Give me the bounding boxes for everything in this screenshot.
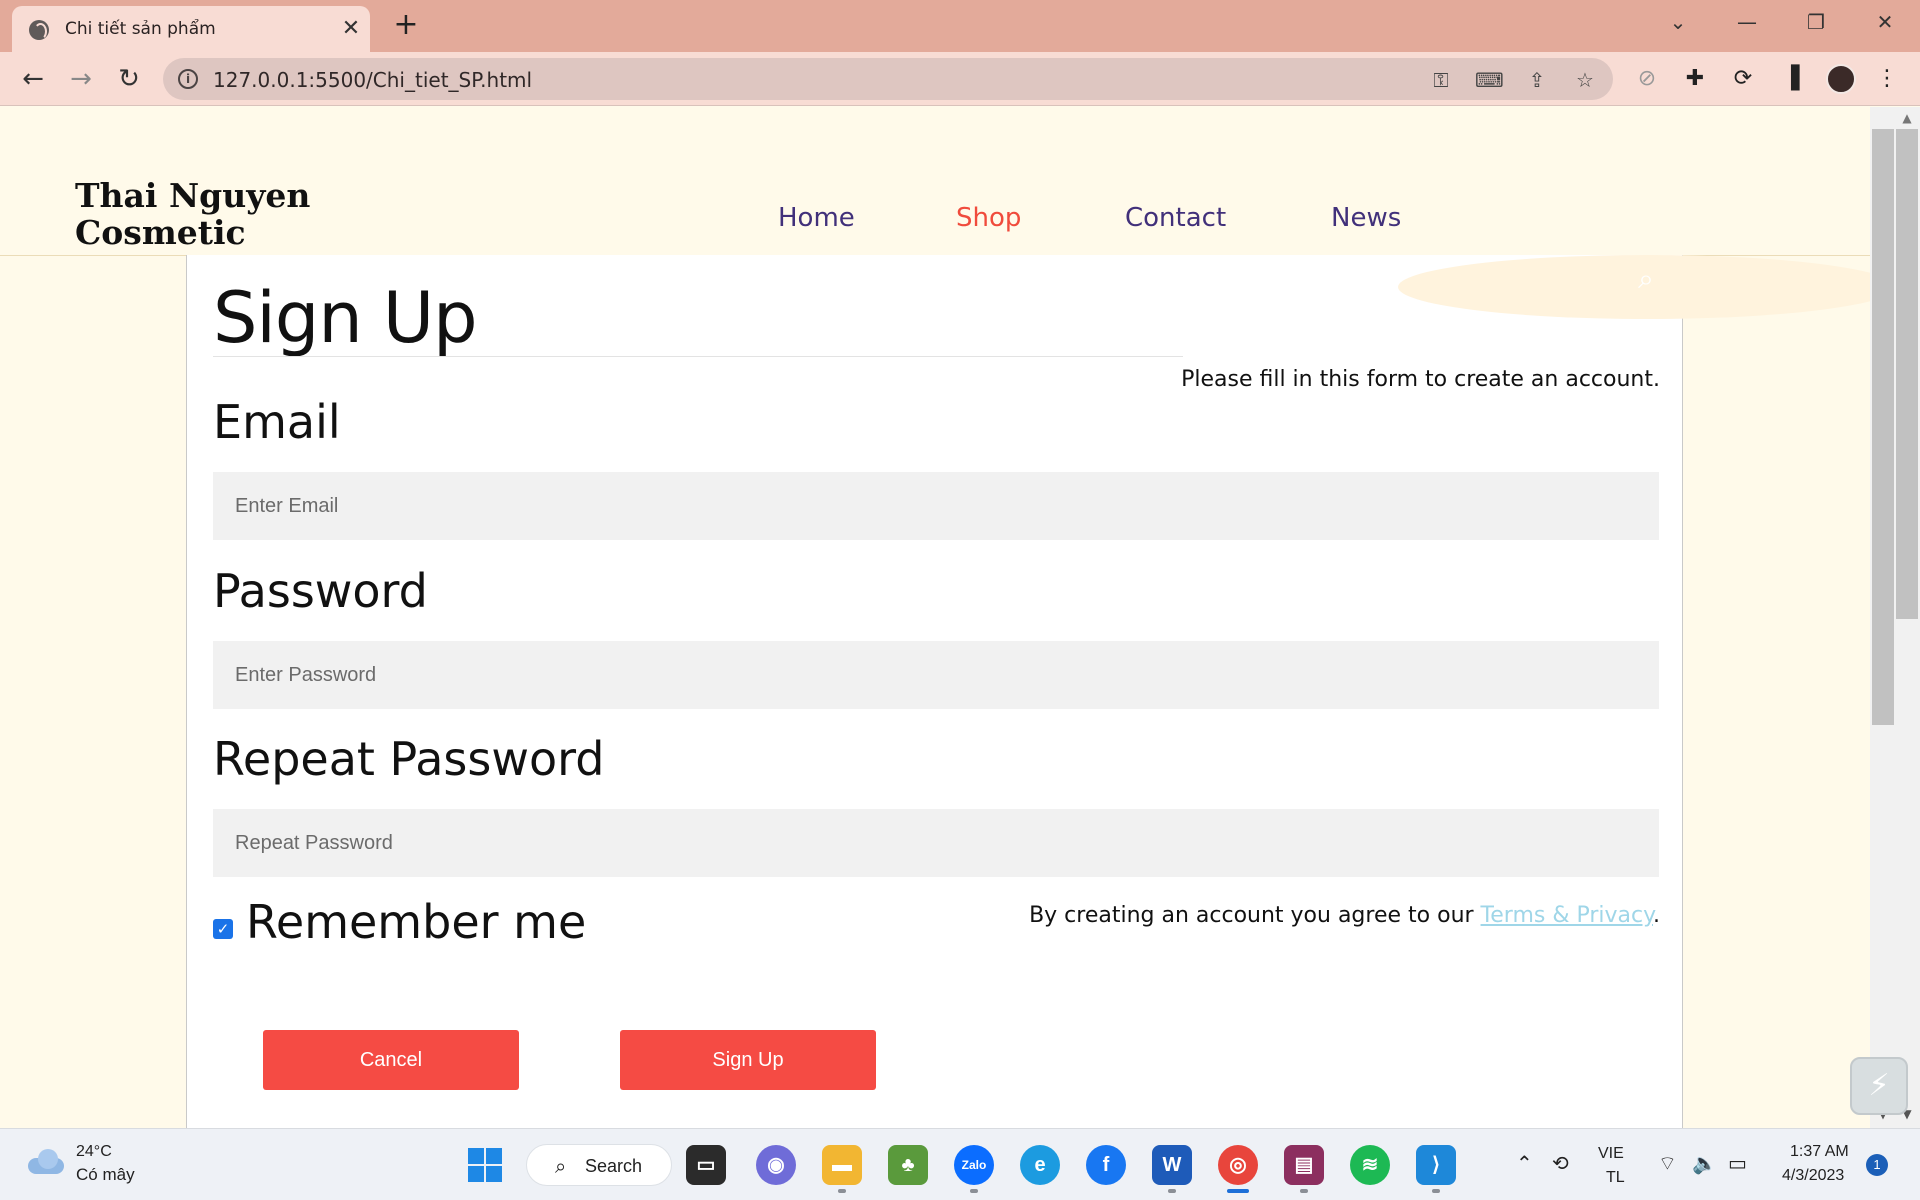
weather-temperature[interactable]: 24°C [76, 1143, 112, 1161]
page-viewport: Thai Nguyen Cosmetic Home Shop Contact N… [0, 107, 1920, 1128]
browser-toolbar: ← → ↻ i 127.0.0.1:5500/Chi_tiet_SP.html … [0, 52, 1920, 106]
vscode-indicator [1432, 1189, 1440, 1193]
email-field[interactable] [213, 472, 1659, 540]
cancel-button[interactable]: Cancel [263, 1030, 519, 1090]
facebook-icon[interactable]: f [1086, 1145, 1126, 1185]
weather-condition[interactable]: Có mây [76, 1165, 135, 1185]
show-hidden-icons-chevron-icon[interactable]: ⌃ [1516, 1151, 1533, 1175]
wifi-icon[interactable]: ⌔ [1658, 1151, 1677, 1176]
winrar-indicator [1300, 1189, 1308, 1193]
brand-line-1: Thai Nguyen [75, 176, 311, 215]
forward-arrow-icon[interactable]: → [64, 62, 98, 96]
game-app-icon[interactable]: ♣ [888, 1145, 928, 1185]
battery-icon[interactable]: ▭ [1728, 1151, 1747, 1175]
taskbar-search[interactable]: ⌕ Search [526, 1144, 672, 1186]
site-logo[interactable]: Thai Nguyen Cosmetic [75, 177, 335, 251]
globe-icon [29, 20, 49, 40]
scrollbar-thumb[interactable] [1872, 129, 1894, 725]
email-label: Email [213, 395, 341, 449]
menu-kebab-icon[interactable]: ⋮ [1870, 62, 1904, 96]
nav-contact[interactable]: Contact [1125, 203, 1226, 233]
brand-line-2: Cosmetic [75, 213, 246, 252]
form-subtitle: Please fill in this form to create an ac… [1181, 367, 1660, 392]
browser-tab-strip: Chi tiết sản phẩm ✕ + ⌄ — ❐ ✕ [0, 0, 1920, 52]
remember-me-checkbox[interactable]: ✓ [213, 919, 233, 939]
signup-form: Sign Up Please fill in this form to crea… [186, 255, 1683, 1128]
nav-shop[interactable]: Shop [956, 203, 1021, 233]
spotify-icon[interactable]: ≋ [1350, 1145, 1390, 1185]
zalo-icon[interactable]: Zalo [954, 1145, 994, 1185]
page-title: Sign Up [213, 277, 478, 359]
url-text[interactable]: 127.0.0.1:5500/Chi_tiet_SP.html [213, 68, 532, 92]
cloud-icon[interactable] [28, 1149, 66, 1175]
notification-badge[interactable]: 1 [1866, 1154, 1888, 1176]
chrome-active-indicator [1227, 1189, 1249, 1193]
winrar-icon[interactable]: ▤ [1284, 1145, 1324, 1185]
terms-text: By creating an account you agree to our … [1029, 903, 1660, 928]
tab-search-chevron-icon[interactable]: ⌄ [1658, 6, 1698, 38]
clock-time[interactable]: 1:37 AM [1790, 1143, 1849, 1161]
back-arrow-icon[interactable]: ← [16, 62, 50, 96]
sync-icon[interactable]: ⟲ [1552, 1151, 1569, 1175]
language-code[interactable]: VIE [1598, 1145, 1624, 1163]
performance-icon[interactable]: ⟳ [1726, 62, 1760, 96]
task-view-icon[interactable]: ▭ [686, 1145, 726, 1185]
file-explorer-indicator [838, 1189, 846, 1193]
floating-lightning-icon[interactable]: ⚡ [1850, 1057, 1908, 1115]
translate-icon[interactable]: ⌨ [1475, 66, 1504, 94]
word-indicator [1168, 1189, 1176, 1193]
address-bar[interactable]: i 127.0.0.1:5500/Chi_tiet_SP.html ⚿ ⌨ ⇪ … [163, 58, 1613, 100]
password-key-icon[interactable]: ⚿ [1427, 66, 1455, 94]
word-icon[interactable]: W [1152, 1145, 1192, 1185]
magnifier-icon: ⌕ [555, 1154, 567, 1178]
repeat-password-label: Repeat Password [213, 732, 605, 786]
browser-tab[interactable]: Chi tiết sản phẩm ✕ [12, 6, 370, 52]
teams-chat-icon[interactable]: ◉ [756, 1145, 796, 1185]
search-icon[interactable]: ⌕ [1628, 261, 1664, 297]
password-label: Password [213, 564, 428, 618]
edge-icon[interactable]: e [1020, 1145, 1060, 1185]
terms-prefix: By creating an account you agree to our [1029, 903, 1481, 928]
close-window-button[interactable]: ✕ [1865, 6, 1905, 38]
taskbar-search-label: Search [585, 1156, 643, 1176]
speaker-icon[interactable]: 🔈 [1692, 1151, 1717, 1175]
vscode-icon[interactable]: ⟩ [1416, 1145, 1456, 1185]
extension-compass-icon[interactable]: ⊘ [1630, 62, 1664, 96]
terms-privacy-link[interactable]: Terms & Privacy [1481, 903, 1653, 928]
scroll-up-arrow-icon[interactable]: ▲ [1896, 111, 1918, 125]
new-tab-button[interactable]: + [390, 10, 422, 42]
start-windows-icon[interactable] [468, 1148, 502, 1182]
file-explorer-icon[interactable]: ▬ [822, 1145, 862, 1185]
extensions-puzzle-icon[interactable]: ✚ [1678, 62, 1712, 96]
chrome-icon[interactable]: ◎ [1218, 1145, 1258, 1185]
side-panel-icon[interactable]: ▐ [1774, 62, 1808, 96]
windows-taskbar: 24°C Có mây ⌕ Search ▭ ◉ ▬ ♣ Zalo e f W … [0, 1128, 1920, 1200]
keyboard-layout[interactable]: TL [1606, 1169, 1625, 1187]
signup-button[interactable]: Sign Up [620, 1030, 876, 1090]
browser-scrollbar-thumb[interactable] [1896, 129, 1918, 619]
reload-icon[interactable]: ↻ [112, 62, 146, 96]
terms-suffix: . [1653, 903, 1660, 928]
tab-close-icon[interactable]: ✕ [337, 15, 365, 43]
remember-me-label[interactable]: Remember me [246, 895, 586, 949]
nav-home[interactable]: Home [778, 203, 855, 233]
repeat-password-field[interactable] [213, 809, 1659, 877]
share-icon[interactable]: ⇪ [1523, 66, 1551, 94]
profile-avatar[interactable] [1826, 64, 1856, 94]
minimize-button[interactable]: — [1727, 6, 1767, 38]
site-info-icon[interactable]: i [178, 69, 198, 89]
password-field[interactable] [213, 641, 1659, 709]
clock-date[interactable]: 4/3/2023 [1782, 1167, 1844, 1185]
tab-title: Chi tiết sản phẩm [65, 19, 216, 39]
zalo-indicator [970, 1189, 978, 1193]
restore-button[interactable]: ❐ [1796, 6, 1836, 38]
bookmark-star-icon[interactable]: ☆ [1571, 66, 1599, 94]
title-divider [213, 356, 1183, 357]
nav-news[interactable]: News [1331, 203, 1401, 233]
